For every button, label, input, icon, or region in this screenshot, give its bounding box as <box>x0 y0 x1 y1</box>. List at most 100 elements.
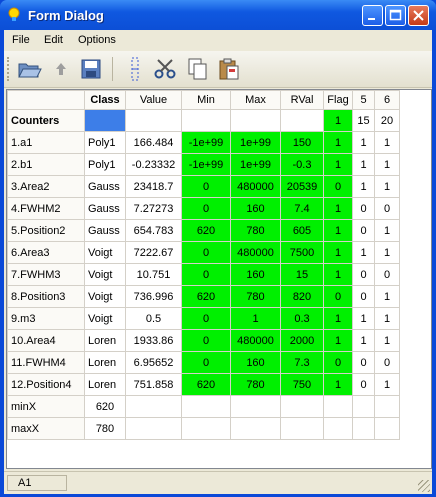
table-cell[interactable]: 1 <box>352 307 375 330</box>
table-cell[interactable] <box>181 417 231 440</box>
table-cell[interactable]: 0 <box>352 285 375 308</box>
table-cell[interactable] <box>230 417 281 440</box>
table-cell[interactable]: 780 <box>230 219 281 242</box>
table-cell[interactable]: 820 <box>280 285 324 308</box>
table-cell[interactable]: 620 <box>181 219 231 242</box>
table-cell[interactable]: -1e+99 <box>181 153 231 176</box>
table-cell[interactable] <box>374 395 400 418</box>
table-cell[interactable]: 0 <box>374 263 400 286</box>
table-cell[interactable]: 1 <box>374 307 400 330</box>
table-cell[interactable] <box>280 417 324 440</box>
open-folder-icon[interactable] <box>16 56 42 82</box>
row-header[interactable]: 8.Position3 <box>7 285 85 308</box>
table-cell[interactable]: 6.95652 <box>125 351 182 374</box>
column-header-max[interactable]: Max <box>230 90 281 110</box>
table-cell[interactable]: 480000 <box>230 329 281 352</box>
table-cell[interactable]: 1 <box>230 307 281 330</box>
table-cell[interactable] <box>181 395 231 418</box>
table-cell[interactable]: 1 <box>374 175 400 198</box>
table-cell[interactable]: -1e+99 <box>181 131 231 154</box>
column-header-flag[interactable]: Flag <box>323 90 353 110</box>
table-cell[interactable]: 0.3 <box>280 307 324 330</box>
table-cell[interactable]: 0 <box>352 351 375 374</box>
table-cell[interactable]: 0 <box>352 373 375 396</box>
table-cell[interactable]: 1e+99 <box>230 153 281 176</box>
table-cell[interactable] <box>125 395 182 418</box>
row-header[interactable]: 2.b1 <box>7 153 85 176</box>
spreadsheet-grid[interactable]: Class Value Min Max RVal Flag 5 6 Counte… <box>6 89 432 469</box>
table-cell[interactable]: 0 <box>352 219 375 242</box>
table-cell[interactable]: 0 <box>181 175 231 198</box>
toolbar-grip[interactable] <box>7 57 12 81</box>
table-cell[interactable]: 1 <box>374 241 400 264</box>
table-cell[interactable]: 1 <box>323 307 353 330</box>
copy-icon[interactable] <box>184 56 210 82</box>
table-cell[interactable] <box>230 395 281 418</box>
table-cell[interactable] <box>374 417 400 440</box>
table-cell[interactable] <box>323 417 353 440</box>
table-cell[interactable]: 160 <box>230 263 281 286</box>
column-header-min[interactable]: Min <box>181 90 231 110</box>
cut-icon[interactable] <box>152 56 178 82</box>
table-cell[interactable]: Voigt <box>84 285 126 308</box>
minimize-button[interactable] <box>362 5 383 26</box>
paste-icon[interactable] <box>216 56 242 82</box>
table-cell[interactable]: 736.996 <box>125 285 182 308</box>
row-header[interactable]: minX <box>7 395 85 418</box>
table-cell[interactable]: Gauss <box>84 197 126 220</box>
table-cell[interactable] <box>181 109 231 132</box>
table-cell[interactable] <box>84 109 126 132</box>
table-cell[interactable]: 480000 <box>230 241 281 264</box>
menu-file[interactable]: File <box>12 34 30 46</box>
column-header-value[interactable]: Value <box>125 90 182 110</box>
table-cell[interactable]: Gauss <box>84 175 126 198</box>
table-cell[interactable]: 166.484 <box>125 131 182 154</box>
table-cell[interactable]: 1 <box>374 329 400 352</box>
table-cell[interactable]: 0 <box>323 175 353 198</box>
row-header[interactable]: 10.Area4 <box>7 329 85 352</box>
title-bar[interactable]: Form Dialog <box>0 0 436 30</box>
table-cell[interactable]: 751.858 <box>125 373 182 396</box>
table-cell[interactable]: 1 <box>374 285 400 308</box>
close-button[interactable] <box>408 5 429 26</box>
row-header[interactable]: 9.m3 <box>7 307 85 330</box>
table-cell[interactable]: 0 <box>181 329 231 352</box>
column-icon[interactable] <box>122 56 148 82</box>
table-cell[interactable]: 0 <box>352 263 375 286</box>
table-cell[interactable]: 1 <box>323 153 353 176</box>
table-cell[interactable]: Loren <box>84 373 126 396</box>
table-cell[interactable]: Loren <box>84 329 126 352</box>
table-cell[interactable]: 1 <box>374 131 400 154</box>
table-cell[interactable]: 1 <box>374 219 400 242</box>
up-arrow-icon[interactable] <box>48 56 74 82</box>
menu-options[interactable]: Options <box>78 34 116 46</box>
table-cell[interactable] <box>125 109 182 132</box>
row-header[interactable]: 6.Area3 <box>7 241 85 264</box>
row-header[interactable]: 3.Area2 <box>7 175 85 198</box>
table-cell[interactable]: Gauss <box>84 219 126 242</box>
row-header[interactable]: 7.FWHM3 <box>7 263 85 286</box>
row-header[interactable]: 1.a1 <box>7 131 85 154</box>
table-cell[interactable]: 780 <box>230 373 281 396</box>
table-cell[interactable]: 0 <box>352 197 375 220</box>
row-header[interactable]: maxX <box>7 417 85 440</box>
table-cell[interactable]: 160 <box>230 197 281 220</box>
table-cell[interactable]: 1e+99 <box>230 131 281 154</box>
table-cell[interactable]: 654.783 <box>125 219 182 242</box>
table-cell[interactable]: 160 <box>230 351 281 374</box>
table-cell[interactable]: 0 <box>374 351 400 374</box>
table-cell[interactable]: 7.4 <box>280 197 324 220</box>
table-cell[interactable]: 1 <box>323 219 353 242</box>
row-header[interactable]: 5.Position2 <box>7 219 85 242</box>
table-cell[interactable]: 0 <box>374 197 400 220</box>
column-header-class[interactable]: Class <box>84 90 126 110</box>
table-cell[interactable]: 0 <box>181 241 231 264</box>
column-header-6[interactable]: 6 <box>374 90 400 110</box>
table-cell[interactable]: 780 <box>84 417 126 440</box>
table-cell[interactable]: Poly1 <box>84 153 126 176</box>
table-cell[interactable]: 1 <box>352 175 375 198</box>
table-cell[interactable]: 0 <box>181 197 231 220</box>
table-cell[interactable]: 1 <box>323 241 353 264</box>
table-cell[interactable]: 150 <box>280 131 324 154</box>
table-cell[interactable]: 0.5 <box>125 307 182 330</box>
